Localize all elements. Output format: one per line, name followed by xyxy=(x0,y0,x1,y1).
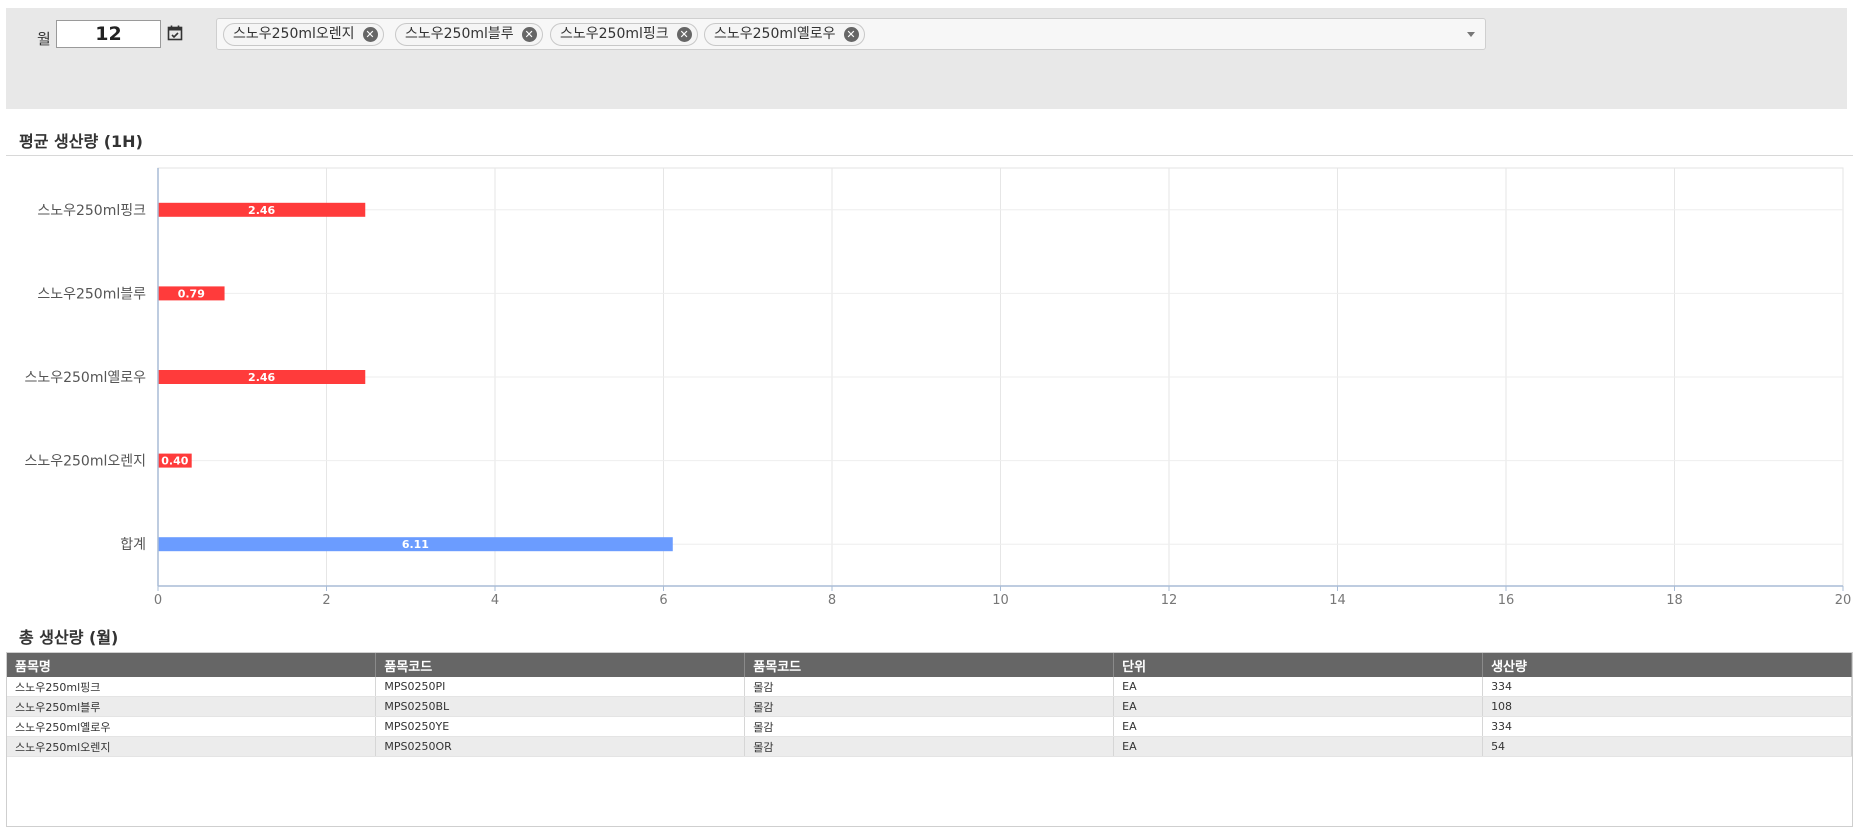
production-table: 품목명 품목코드 품목코드 단위 생산량 스노우250ml핑크 MPS0250P… xyxy=(6,652,1853,827)
chevron-down-icon[interactable] xyxy=(1467,32,1475,37)
section-divider xyxy=(6,155,1853,156)
remove-chip-icon[interactable]: ✕ xyxy=(843,27,859,42)
column-header[interactable]: 단위 xyxy=(1113,653,1484,677)
cell-unit: EA xyxy=(1113,677,1484,697)
cell-quantity: 334 xyxy=(1482,716,1852,737)
cell-item-code: 몰감 xyxy=(744,716,1115,737)
avg-production-chart: 0 2 4 6 8 10 12 14 16 18 20 스노우250ml핑크 2.46 스노우250ml블… xyxy=(24,167,1852,608)
x-tick-label: 2 xyxy=(322,593,330,608)
bar-value-label: 2.46 xyxy=(248,204,275,217)
cell-unit: EA xyxy=(1113,716,1484,737)
cell-unit: EA xyxy=(1113,696,1484,717)
cell-item-code: MPS0250BL xyxy=(375,696,746,717)
x-tick-label: 12 xyxy=(1161,593,1178,608)
bar-value-label: 0.40 xyxy=(161,455,188,468)
x-tick-label: 18 xyxy=(1666,593,1683,608)
chip-orange: 스노우250ml오렌지 ✕ xyxy=(223,23,384,46)
cell-quantity: 334 xyxy=(1482,677,1852,697)
y-category-label: 스노우250ml블루 xyxy=(37,286,146,302)
x-tick-label: 8 xyxy=(828,593,836,608)
cell-item-code: 몰감 xyxy=(744,696,1115,717)
chip-yellow: 스노우250ml옐로우 ✕ xyxy=(704,23,865,46)
cell-unit: EA xyxy=(1113,736,1484,757)
bar-value-label: 0.79 xyxy=(178,287,205,300)
y-category-label: 스노우250ml옐로우 xyxy=(24,370,146,386)
column-header[interactable]: 품목명 xyxy=(7,653,377,677)
x-tick-label: 6 xyxy=(659,593,667,608)
cell-item-name: 스노우250ml핑크 xyxy=(7,677,377,697)
cell-item-name: 스노우250ml블루 xyxy=(7,696,377,717)
cell-item-name: 스노우250ml옐로우 xyxy=(7,716,377,737)
item-multiselect[interactable]: 스노우250ml오렌지 ✕ 스노우250ml블루 ✕ 스노우250ml핑크 ✕ … xyxy=(216,18,1486,50)
month-label: 월 xyxy=(37,30,51,48)
x-tick-label: 0 xyxy=(154,593,162,608)
y-category-label: 스노우250ml핑크 xyxy=(37,203,146,219)
column-header[interactable]: 생산량 xyxy=(1482,653,1852,677)
x-tick-label: 4 xyxy=(491,593,499,608)
cell-item-name: 스노우250ml오렌지 xyxy=(7,736,377,757)
chip-blue: 스노우250ml블루 ✕ xyxy=(395,23,543,46)
x-tick-label: 16 xyxy=(1498,593,1515,608)
bar-value-label: 2.46 xyxy=(248,371,275,384)
x-tick-label: 10 xyxy=(992,593,1009,608)
cell-item-code: MPS0250OR xyxy=(375,736,746,757)
bar-value-label: 6.11 xyxy=(402,538,429,551)
chip-label: 스노우250ml오렌지 xyxy=(233,26,355,42)
table-header-row: 품목명 품목코드 품목코드 단위 생산량 xyxy=(7,653,1852,677)
chip-label: 스노우250ml옐로우 xyxy=(714,26,836,42)
chip-label: 스노우250ml핑크 xyxy=(560,26,669,42)
x-tick-label: 20 xyxy=(1835,593,1852,608)
column-header[interactable]: 품목코드 xyxy=(744,653,1115,677)
chip-label: 스노우250ml블루 xyxy=(405,26,514,42)
total-production-title: 총 생산량 (월) xyxy=(19,628,119,647)
table-row[interactable]: 스노우250ml오렌지 MPS0250OR 몰감 EA 54 xyxy=(7,736,1852,757)
cell-item-code: 몰감 xyxy=(744,677,1115,697)
chip-pink: 스노우250ml핑크 ✕ xyxy=(550,23,698,46)
month-input[interactable]: 12 xyxy=(56,20,161,48)
cell-quantity: 108 xyxy=(1482,696,1852,717)
x-tick-label: 14 xyxy=(1329,593,1346,608)
calendar-icon[interactable] xyxy=(167,25,183,41)
cell-quantity: 54 xyxy=(1482,736,1852,757)
cell-item-code: MPS0250YE xyxy=(375,716,746,737)
table-row[interactable]: 스노우250ml옐로우 MPS0250YE 몰감 EA 334 xyxy=(7,716,1852,737)
table-row[interactable]: 스노우250ml핑크 MPS0250PI 몰감 EA 334 xyxy=(7,677,1852,697)
table-row[interactable]: 스노우250ml블루 MPS0250BL 몰감 EA 108 xyxy=(7,696,1852,717)
cell-item-code: MPS0250PI xyxy=(375,677,746,697)
remove-chip-icon[interactable]: ✕ xyxy=(676,27,692,42)
avg-production-title: 평균 생산량 (1H) xyxy=(19,132,143,151)
column-header[interactable]: 품목코드 xyxy=(375,653,746,677)
y-category-label: 스노우250ml오렌지 xyxy=(24,454,146,470)
y-category-label: 합계 xyxy=(120,537,146,553)
remove-chip-icon[interactable]: ✕ xyxy=(362,27,378,42)
cell-item-code: 몰감 xyxy=(744,736,1115,757)
remove-chip-icon[interactable]: ✕ xyxy=(521,27,537,42)
